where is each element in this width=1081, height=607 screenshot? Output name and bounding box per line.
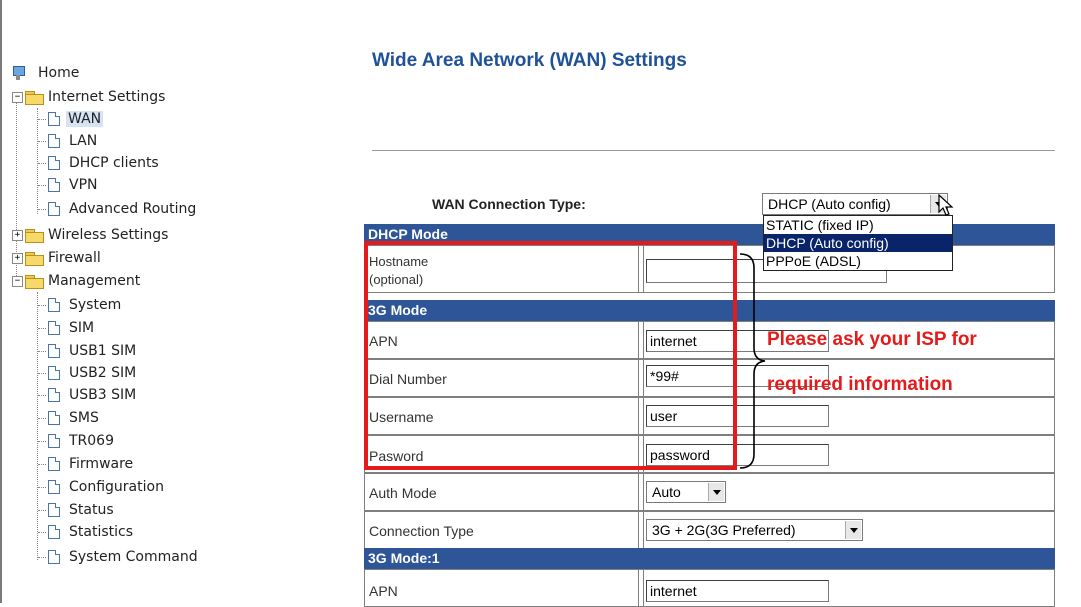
chevron-down-icon[interactable] (845, 521, 861, 539)
nav-firewall-label: Firewall (48, 250, 101, 266)
page-icon (48, 550, 60, 564)
page-icon (48, 434, 60, 448)
connection-type-field-cell: 3G + 2G(3G Preferred) (643, 512, 1054, 548)
divider (372, 150, 1055, 151)
option-static[interactable]: STATIC (fixed IP) (764, 216, 952, 234)
nav-item-advanced-routing-label: Advanced Routing (69, 201, 197, 217)
page-icon (48, 344, 60, 358)
nav-wireless-settings-label: Wireless Settings (48, 227, 169, 243)
page-icon (48, 112, 60, 126)
nav-item-system-command-label: System Command (69, 549, 198, 565)
expand-icon[interactable]: + (12, 230, 23, 241)
wan-connection-type-dropdown: STATIC (fixed IP) DHCP (Auto config) PPP… (763, 215, 953, 271)
page-icon (48, 503, 60, 517)
nav-item-lan-label: LAN (69, 133, 98, 149)
auth-mode-value: Auto (652, 484, 681, 500)
option-dhcp[interactable]: DHCP (Auto config) (764, 234, 952, 252)
nav-home-label: Home (38, 65, 80, 81)
folder-icon (25, 229, 44, 243)
page-icon (48, 525, 60, 539)
row-auth-mode: Auth Mode Auto (364, 473, 1055, 511)
mouse-cursor-icon (938, 194, 954, 216)
nav-item-configuration-label: Configuration (69, 479, 164, 495)
nav-item-system-label: System (69, 297, 122, 313)
page-icon (48, 388, 60, 402)
tree-guide (37, 292, 38, 560)
folder-icon (25, 252, 44, 266)
page-icon (48, 298, 60, 312)
connection-type-select[interactable]: 3G + 2G(3G Preferred) (646, 519, 863, 541)
page-icon (48, 457, 60, 471)
collapse-icon[interactable]: − (12, 92, 23, 103)
curly-brace-icon (739, 253, 766, 469)
nav-item-wan-label: WAN (66, 111, 104, 127)
row-connection-type: Connection Type 3G + 2G(3G Preferred) (364, 511, 1055, 549)
connection-type-value: 3G + 2G(3G Preferred) (652, 522, 796, 538)
expand-icon[interactable]: + (12, 253, 23, 264)
section-3g-mode-1: 3G Mode:1 (364, 548, 1055, 569)
nav-management-label: Management (48, 273, 141, 289)
auth-mode-label-cell: Auth Mode (365, 474, 639, 510)
auth-mode-label: Auth Mode (369, 485, 437, 501)
folder-open-icon (25, 275, 44, 289)
apn-1-field-cell: internet (643, 570, 1054, 606)
row-apn-1: APN internet (364, 569, 1055, 607)
wan-connection-type-value: DHCP (Auto config) (768, 196, 891, 212)
wan-connection-type-label: WAN Connection Type: (432, 196, 586, 212)
wan-connection-type-select[interactable]: DHCP (Auto config) (762, 193, 948, 215)
nav-item-sim-label: SIM (69, 320, 95, 336)
highlight-box (364, 241, 737, 470)
nav-internet-settings-label: Internet Settings (48, 89, 166, 105)
tree-guide (37, 108, 38, 214)
apn-1-label-cell: APN (365, 570, 639, 606)
page-icon (48, 202, 60, 216)
nav-item-usb2-sim-label: USB2 SIM (69, 365, 137, 381)
folder-open-icon (25, 91, 44, 105)
page-title: Wide Area Network (WAN) Settings (372, 50, 687, 71)
page-icon (48, 480, 60, 494)
nav-item-dhcp-clients-label: DHCP clients (69, 155, 159, 171)
nav-item-usb3-sim-label: USB3 SIM (69, 387, 137, 403)
nav-item-tr069-label: TR069 (69, 433, 115, 449)
home-icon (12, 66, 25, 80)
annotation-line-2: required information (767, 374, 953, 395)
apn-1-input[interactable]: internet (646, 580, 829, 602)
frame-border (0, 0, 2, 603)
page-icon (48, 321, 60, 335)
nav-item-firmware-label: Firmware (69, 456, 134, 472)
auth-mode-field-cell: Auto (643, 474, 1054, 510)
annotation-line-1: Please ask your ISP for (767, 329, 977, 350)
nav-item-usb1-sim-label: USB1 SIM (69, 343, 137, 359)
chevron-down-icon[interactable] (708, 483, 724, 501)
page-icon (48, 366, 60, 380)
collapse-icon[interactable]: − (12, 276, 23, 287)
connection-type-label: Connection Type (369, 523, 474, 539)
apn-1-label: APN (369, 583, 398, 599)
page-icon (48, 178, 60, 192)
nav-item-statistics-label: Statistics (69, 524, 133, 540)
page-icon (48, 156, 60, 170)
connection-type-label-cell: Connection Type (365, 512, 639, 548)
option-pppoe[interactable]: PPPoE (ADSL) (764, 252, 952, 270)
nav-item-sms-label: SMS (69, 410, 99, 426)
nav-item-vpn-label: VPN (69, 177, 98, 193)
page-icon (48, 411, 60, 425)
nav-item-status-label: Status (69, 502, 114, 518)
auth-mode-select[interactable]: Auto (646, 481, 726, 503)
page-icon (48, 134, 60, 148)
